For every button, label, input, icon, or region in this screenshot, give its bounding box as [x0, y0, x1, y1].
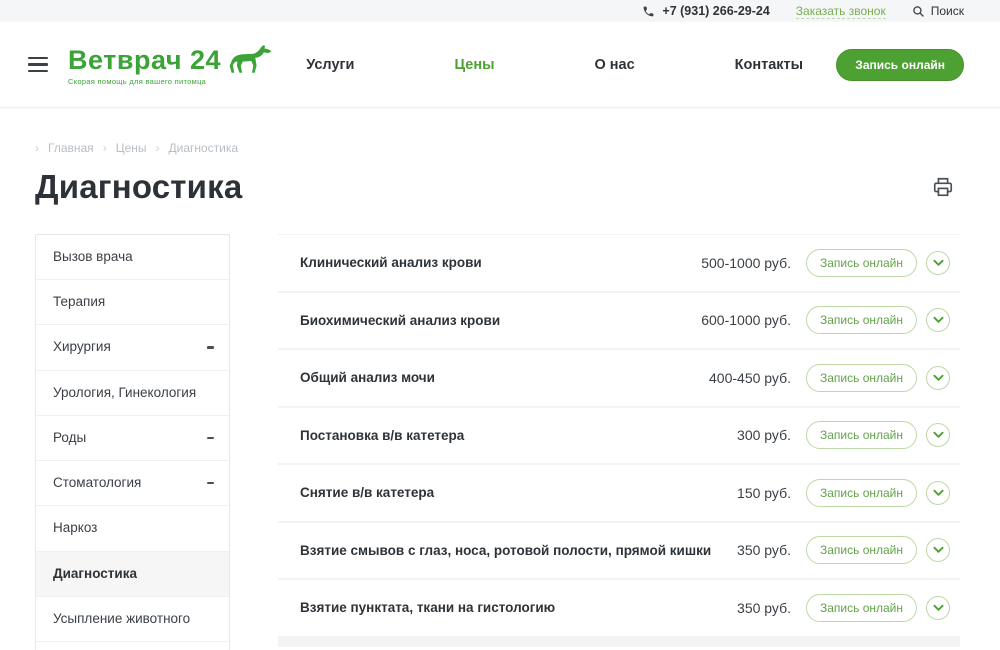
search-label: Поиск: [931, 4, 964, 18]
dog-icon: [227, 44, 273, 74]
sidebar-item-label: Урология, Гинекология: [53, 384, 196, 402]
print-icon[interactable]: [932, 176, 954, 198]
service-name: Взятие смывов с глаз, носа, ротовой поло…: [300, 543, 737, 558]
sidebar-item-label: Наркоз: [53, 519, 97, 537]
sidebar-item[interactable]: Усыпление животного: [36, 597, 229, 642]
row-book-online-button[interactable]: Запись онлайн: [806, 479, 917, 507]
sidebar-item-label: Хирургия: [53, 338, 111, 356]
service-name: Снятие в/в катетера: [300, 485, 737, 500]
breadcrumb: Главная Цены Диагностика: [35, 141, 960, 155]
main-nav: Услуги Цены О нас Контакты: [303, 57, 806, 73]
topbar: +7 (931) 266-29-24 Заказать звонок Поиск: [0, 0, 1000, 22]
service-name: Постановка в/в катетера: [300, 428, 737, 443]
service-name: Взятие пунктата, ткани на гистологию: [300, 600, 737, 615]
sidebar-item-label: Усыпление животного: [53, 610, 190, 628]
price-row: Взятие смывов с глаз, носа, ротовой поло…: [278, 523, 960, 579]
nav-item[interactable]: Контакты: [735, 57, 803, 73]
phone-number: +7 (931) 266-29-24: [662, 4, 769, 18]
sidebar-item[interactable]: Урология, Гинекология: [36, 371, 229, 416]
logo[interactable]: Ветврач 24 Скорая помощь для вашего пито…: [68, 44, 273, 86]
service-price: 300 руб.: [737, 427, 791, 443]
expand-row-button[interactable]: [926, 596, 950, 620]
logo-title: Ветврач 24: [68, 47, 221, 74]
book-online-button[interactable]: Запись онлайн: [836, 49, 964, 81]
price-row: Клинический анализ крови 500-1000 руб. З…: [278, 235, 960, 291]
sidebar-item-label: Терапия: [53, 293, 105, 311]
menu-icon[interactable]: [28, 57, 48, 73]
sidebar-item-label: Роды: [53, 429, 86, 447]
phone-link[interactable]: +7 (931) 266-29-24: [642, 4, 769, 18]
breadcrumb-item[interactable]: Главная: [35, 141, 94, 155]
sidebar-item[interactable]: Стоматология: [36, 461, 229, 506]
row-book-online-button[interactable]: Запись онлайн: [806, 421, 917, 449]
breadcrumb-item[interactable]: Цены: [103, 141, 147, 155]
row-book-online-button[interactable]: Запись онлайн: [806, 249, 917, 277]
expand-row-button[interactable]: [926, 481, 950, 505]
sidebar-item[interactable]: Вызов врача: [36, 235, 229, 280]
price-row: Биохимический анализ крови 600-1000 руб.…: [278, 293, 960, 349]
phone-icon: [642, 5, 655, 18]
expand-row-button[interactable]: [926, 366, 950, 390]
sidebar-item-label: Стоматология: [53, 474, 141, 492]
chevron-down-icon: [933, 431, 944, 439]
category-sidebar: Вызов врача Терапия Хирургия Урология, Г…: [35, 234, 230, 650]
row-book-online-button[interactable]: Запись онлайн: [806, 594, 917, 622]
expand-row-button[interactable]: [926, 308, 950, 332]
search-button[interactable]: Поиск: [912, 4, 964, 18]
chevron-down-icon: [933, 604, 944, 612]
chevron-down-icon: [933, 489, 944, 497]
service-price: 500-1000 руб.: [701, 255, 791, 271]
collapse-marker-icon: [207, 482, 214, 485]
nav-item[interactable]: О нас: [594, 57, 634, 73]
row-book-online-button[interactable]: Запись онлайн: [806, 306, 917, 334]
service-price: 150 руб.: [737, 485, 791, 501]
expand-row-button[interactable]: [926, 423, 950, 447]
service-price: 600-1000 руб.: [701, 312, 791, 328]
sidebar-item[interactable]: Наркоз: [36, 506, 229, 551]
service-name: Клинический анализ крови: [300, 255, 701, 270]
chevron-down-icon: [933, 546, 944, 554]
sidebar-item[interactable]: Кремация животного (после нашей эвтанази…: [36, 642, 229, 650]
sidebar-item[interactable]: Терапия: [36, 280, 229, 325]
breadcrumb-item[interactable]: Диагностика: [156, 141, 239, 155]
service-price: 400-450 руб.: [709, 370, 791, 386]
nav-item[interactable]: Услуги: [306, 57, 354, 73]
chevron-down-icon: [933, 374, 944, 382]
service-price: 350 руб.: [737, 542, 791, 558]
sidebar-item-label: Вызов врача: [53, 248, 133, 266]
logo-tagline: Скорая помощь для вашего питомца: [68, 77, 273, 86]
callback-link[interactable]: Заказать звонок: [796, 4, 886, 19]
price-row: Постановка в/в катетера 300 руб. Запись …: [278, 408, 960, 464]
collapse-marker-icon: [207, 437, 214, 440]
service-name: Общий анализ мочи: [300, 370, 709, 385]
price-list: Клинический анализ крови 500-1000 руб. З…: [278, 234, 960, 647]
header: Ветврач 24 Скорая помощь для вашего пито…: [0, 22, 1000, 108]
sidebar-item-label: Диагностика: [53, 565, 137, 583]
sidebar-item[interactable]: Хирургия: [36, 325, 229, 370]
chevron-down-icon: [933, 316, 944, 324]
expand-row-button[interactable]: [926, 538, 950, 562]
price-row: Снятие в/в катетера 150 руб. Запись онла…: [278, 465, 960, 521]
nav-item[interactable]: Цены: [454, 57, 494, 73]
collapse-marker-icon: [207, 346, 214, 349]
service-name: Биохимический анализ крови: [300, 313, 701, 328]
price-row: Общий анализ мочи 400-450 руб. Запись он…: [278, 350, 960, 406]
sidebar-item[interactable]: Роды: [36, 416, 229, 461]
chevron-down-icon: [933, 259, 944, 267]
page-title: Диагностика: [35, 168, 242, 206]
service-price: 350 руб.: [737, 600, 791, 616]
sidebar-item[interactable]: Диагностика: [36, 552, 229, 597]
search-icon: [912, 5, 925, 18]
row-book-online-button[interactable]: Запись онлайн: [806, 536, 917, 564]
row-book-online-button[interactable]: Запись онлайн: [806, 364, 917, 392]
expand-row-button[interactable]: [926, 251, 950, 275]
content: Главная Цены Диагностика Диагностика Выз…: [0, 141, 1000, 650]
price-row: Взятие пунктата, ткани на гистологию 350…: [278, 580, 960, 636]
